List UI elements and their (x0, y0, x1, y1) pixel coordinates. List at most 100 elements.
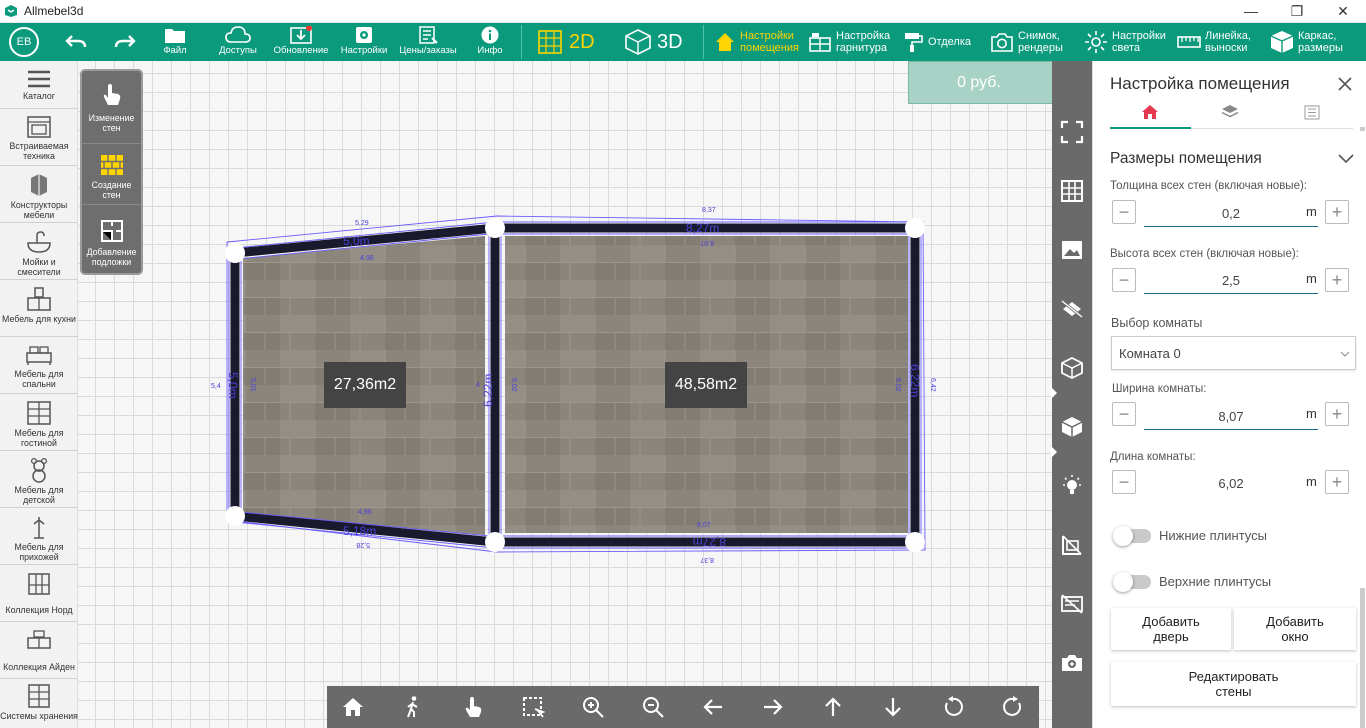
wall-height-increase-button[interactable]: + (1325, 268, 1349, 292)
sidebar-item-label: Конструкторы мебели (10, 200, 68, 220)
arrow-up-icon[interactable] (821, 695, 845, 719)
box-wireframe-icon[interactable] (1060, 356, 1084, 380)
room-width-increase-button[interactable]: + (1325, 402, 1349, 426)
chevron-down-icon[interactable] (1338, 154, 1354, 164)
add-window-button[interactable]: Добавить окно (1234, 608, 1356, 650)
view-3d-button[interactable]: 3D (624, 23, 690, 61)
scroll-thumb-top[interactable] (1360, 127, 1365, 131)
plan-canvas[interactable] (78, 61, 1052, 728)
room-select-value: Комната 0 (1119, 346, 1181, 361)
sidebar-item-living-room[interactable]: Мебель для гостиной (0, 394, 78, 451)
arrow-right-icon[interactable] (761, 695, 785, 719)
room-select-dropdown[interactable]: Комната 0 (1111, 336, 1356, 370)
minimize-button[interactable]: — (1228, 0, 1274, 23)
menu-icon (28, 70, 50, 88)
download-icon (290, 26, 312, 44)
fullscreen-icon[interactable] (1060, 120, 1084, 144)
room-length-increase-button[interactable]: + (1325, 470, 1349, 494)
redo-icon[interactable] (113, 32, 137, 52)
update-menu[interactable]: Обновление (272, 23, 330, 61)
edit-walls-button[interactable]: Редактировать стены (1111, 662, 1356, 706)
add-door-label: Добавить дверь (1142, 614, 1200, 644)
cube-icon[interactable] (1060, 415, 1084, 439)
snapshot-tab[interactable]: Снимок, рендеры (990, 23, 1070, 61)
ruler-label: Линейка, выноски (1205, 30, 1251, 54)
sidebar-item-nord-collection[interactable]: Коллекция Норд (0, 565, 78, 622)
wall-height-decrease-button[interactable]: − (1112, 268, 1136, 292)
prices-menu[interactable]: Цены/заказы (396, 23, 460, 61)
hand-pointer-icon[interactable] (461, 695, 485, 719)
room-width-input[interactable]: 8,07 (1144, 404, 1318, 430)
hide-walls-icon[interactable] (1060, 533, 1084, 557)
arrow-down-icon[interactable] (881, 695, 905, 719)
light-bulb-icon[interactable] (1060, 474, 1084, 498)
access-menu[interactable]: Доступы (213, 23, 263, 61)
sidebar-item-sinks[interactable]: Мойки и смесители (0, 223, 78, 280)
sidebar-item-bedroom[interactable]: Мебель для спальни (0, 337, 78, 394)
file-menu[interactable]: Файл (150, 23, 200, 61)
wall-thickness-input[interactable]: 0,2 (1144, 201, 1318, 227)
rotate-left-icon[interactable] (941, 695, 965, 719)
settings-menu[interactable]: Настройки (338, 23, 390, 61)
restore-button[interactable]: ❐ (1274, 0, 1320, 23)
frame-sizes-tab[interactable]: Каркас, размеры (1270, 23, 1364, 61)
sidebar-item-catalog[interactable]: Каталог (0, 61, 78, 109)
lower-baseboards-toggle[interactable] (1113, 526, 1151, 546)
sidebar-item-storage[interactable]: Системы хранения (0, 679, 78, 728)
light-settings-tab[interactable]: Настройки света (1084, 23, 1170, 61)
zoom-out-icon[interactable] (641, 695, 665, 719)
room-length-input[interactable]: 6,02 (1144, 471, 1318, 497)
settings-label: Настройки (340, 45, 388, 56)
wall-height-input[interactable]: 2,5 (1144, 268, 1318, 294)
hide-sizes-icon[interactable] (1060, 592, 1084, 616)
sidebar-item-hallway[interactable]: Мебель для прихожей (0, 508, 78, 565)
room-1-area-label[interactable]: 27,36m2 (324, 362, 406, 408)
sidebar-item-kitchen[interactable]: Мебель для кухни (0, 280, 78, 337)
room-length-label: Длина комнаты: (1110, 451, 1196, 463)
add-underlay-tool[interactable]: Добавление подложки (82, 219, 141, 267)
wall-thickness-decrease-button[interactable]: − (1112, 200, 1136, 224)
tab-room[interactable] (1110, 99, 1191, 129)
furniture-settings-tab[interactable]: Настройка гарнитура (808, 23, 894, 61)
sidebar-item-appliances[interactable]: Встраиваемая техника (0, 109, 78, 166)
edit-walls-tool[interactable]: Изменение стен (82, 81, 141, 133)
grid-icon[interactable] (1060, 179, 1084, 203)
screenshot-camera-icon[interactable] (1060, 651, 1084, 675)
room-length-decrease-button[interactable]: − (1112, 470, 1136, 494)
select-area-icon[interactable] (521, 695, 545, 719)
panel-scrollbar[interactable] (1360, 588, 1365, 728)
create-walls-tool[interactable]: Создание стен (82, 143, 141, 205)
hide-objects-icon[interactable] (1060, 297, 1084, 321)
sidebar-item-aiden-collection[interactable]: Коллекция Айден (0, 622, 78, 679)
close-icon[interactable] (1337, 76, 1353, 92)
close-window-button[interactable]: ✕ (1320, 0, 1366, 23)
finishing-tab[interactable]: Отделка (902, 23, 974, 61)
sidebar-item-constructors[interactable]: Конструкторы мебели (0, 166, 78, 223)
room-width-decrease-button[interactable]: − (1112, 402, 1136, 426)
ruler-tab[interactable]: Линейка, выноски (1177, 23, 1263, 61)
rotate-right-icon[interactable] (1001, 695, 1025, 719)
undo-icon[interactable] (64, 32, 88, 52)
walk-icon[interactable] (401, 695, 425, 719)
arrow-left-icon[interactable] (701, 695, 725, 719)
sidebar-item-kids-room[interactable]: Мебель для детской (0, 451, 78, 508)
info-menu[interactable]: Инфо (468, 23, 512, 61)
tab-layers[interactable] (1191, 99, 1272, 129)
tab-list[interactable] (1272, 99, 1353, 129)
kitchen-icon (27, 287, 51, 311)
user-avatar[interactable]: EB (9, 27, 39, 57)
room-width-label: Ширина комнаты: (1112, 383, 1207, 395)
room-settings-tab[interactable]: Настройки помещения (714, 23, 800, 61)
view-2d-button[interactable]: 2D (536, 23, 610, 61)
sink-icon (27, 231, 51, 253)
home-icon[interactable] (341, 695, 365, 719)
frame-sizes-label: Каркас, размеры (1298, 30, 1343, 54)
image-icon[interactable] (1060, 238, 1084, 262)
zoom-in-icon[interactable] (581, 695, 605, 719)
upper-baseboards-toggle[interactable] (1113, 572, 1151, 592)
room-2-area-label[interactable]: 48,58m2 (665, 362, 747, 408)
camera-icon (991, 33, 1013, 52)
unit-label: m (1306, 474, 1317, 489)
wall-thickness-increase-button[interactable]: + (1325, 200, 1349, 224)
add-door-button[interactable]: Добавить дверь (1111, 608, 1231, 650)
